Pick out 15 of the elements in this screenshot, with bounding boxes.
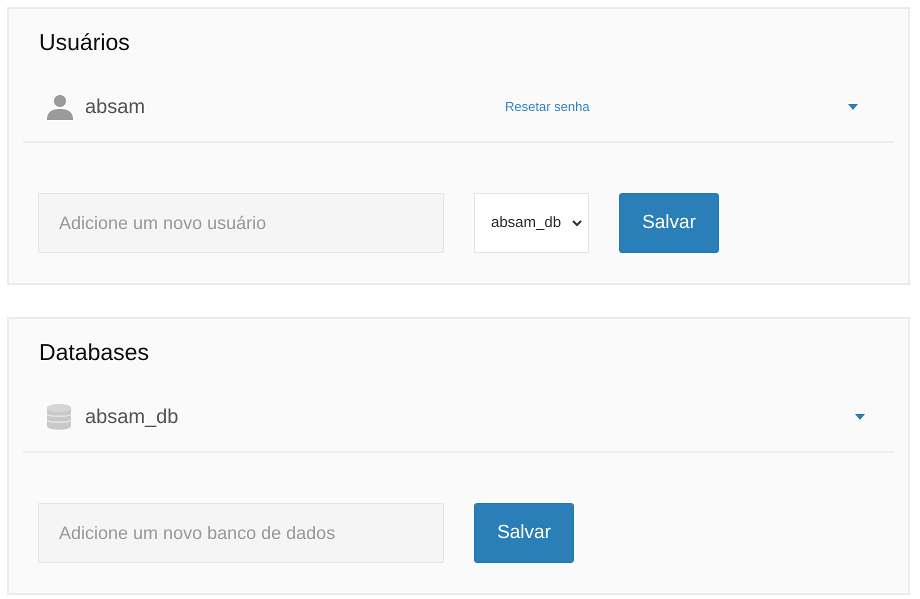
caret-icon[interactable] bbox=[855, 414, 865, 420]
section-title: Databases bbox=[38, 338, 150, 367]
chevron-icon bbox=[572, 220, 582, 226]
user-name: absam bbox=[85, 95, 146, 120]
section-title: Usuários bbox=[38, 28, 131, 57]
save-button[interactable]: Salvar bbox=[619, 193, 719, 253]
reset-password-link[interactable]: Resetar senha bbox=[505, 99, 590, 114]
new-user-field[interactable]: Adicione um novo usuário bbox=[38, 193, 444, 253]
database-select[interactable]: absam_db bbox=[474, 193, 589, 253]
database-name: absam_db bbox=[85, 405, 180, 430]
save-button[interactable]: Salvar bbox=[474, 503, 574, 563]
person-icon bbox=[47, 94, 73, 120]
caret-icon[interactable] bbox=[848, 104, 858, 110]
new-database-field[interactable]: Adicione um novo banco de dados bbox=[38, 503, 444, 563]
database-icon bbox=[47, 404, 71, 430]
